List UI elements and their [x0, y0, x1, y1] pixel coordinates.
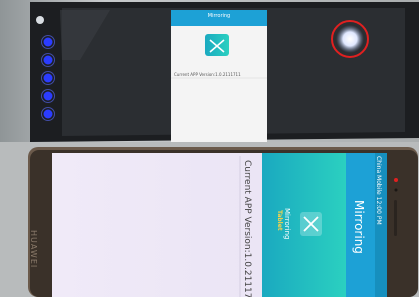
photo-scene: Mirroring Current APP Version:1.0.211171…	[0, 0, 419, 297]
phone-brand-text: HUAWEI	[29, 230, 38, 269]
phone-carrier-text: China Mobile 12:00 PM	[375, 156, 382, 225]
light-glow	[336, 25, 364, 53]
phone-header-title: Mirroring	[352, 200, 366, 254]
phone-logo-subcaption: Tablet	[276, 210, 283, 231]
phone-logo-caption: Mirroring	[283, 208, 291, 240]
monitor-mirror-version: Current APP Version:1.0.2111711	[174, 72, 241, 77]
monitor-mirror-title: Mirroring	[207, 13, 231, 19]
phone-version-text: Current APP Version:1.0.2111711	[242, 160, 252, 297]
